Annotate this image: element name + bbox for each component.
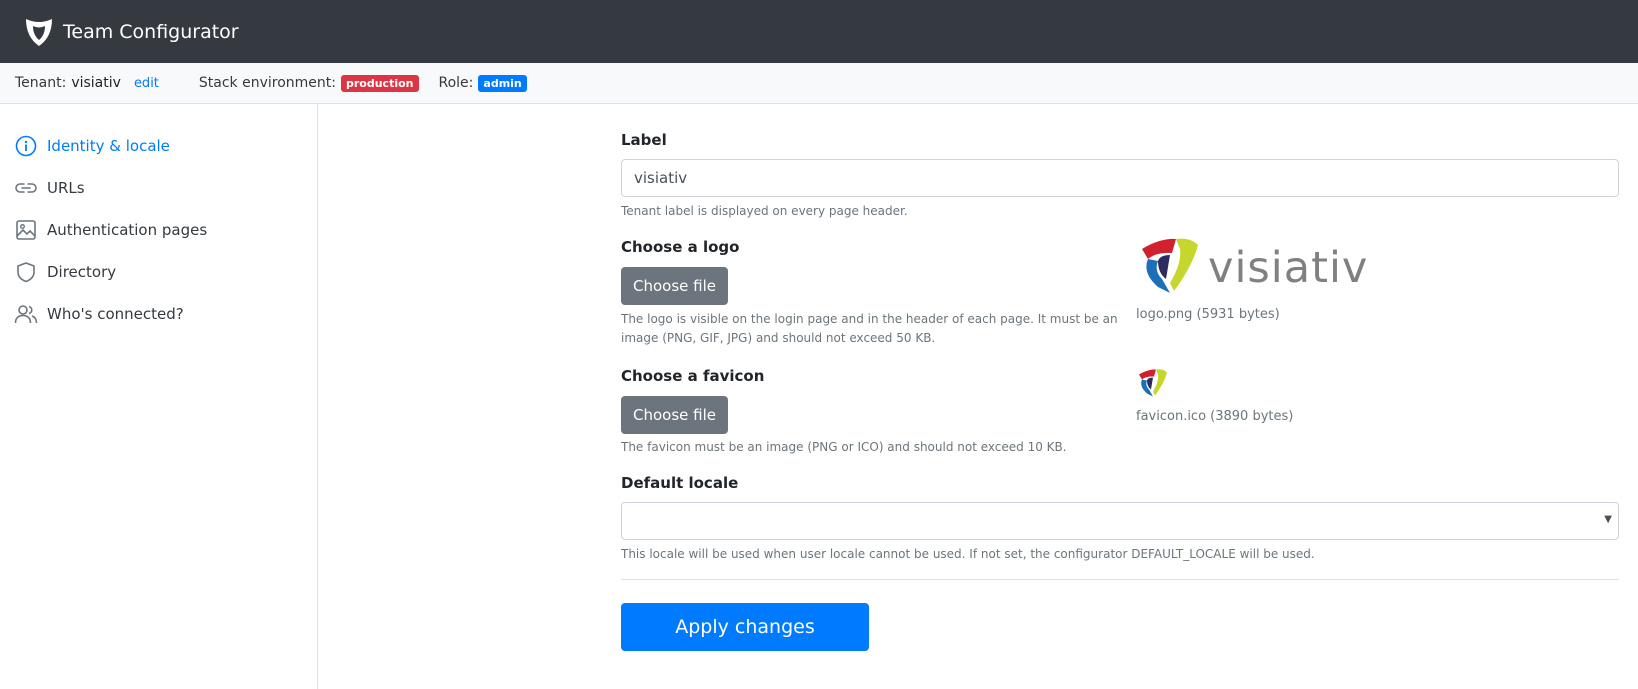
role-label: Role: [438, 75, 474, 91]
choose-logo-button[interactable]: Choose file [621, 267, 728, 305]
tenant-bar: Tenant: visiativ edit Stack environment:… [0, 63, 1638, 104]
default-locale-select[interactable]: ▼ [621, 502, 1619, 540]
label-field-title: Label [621, 131, 667, 149]
sidebar-item-authentication-pages[interactable]: Authentication pages [0, 209, 317, 251]
default-locale-help-text: This locale will be used when user local… [621, 547, 1315, 561]
identity-locale-form: Label visiativ Tenant label is displayed… [621, 131, 1619, 651]
top-navbar: Team Configurator [0, 0, 1638, 63]
image-icon [14, 218, 38, 242]
sidebar-item-label: Authentication pages [47, 221, 208, 239]
logo-field-title: Choose a logo [621, 238, 740, 256]
logo-file-caption: logo.png (5931 bytes) [1136, 307, 1280, 322]
caret-down-icon: ▼ [1604, 514, 1612, 525]
tenant-label: Tenant: [15, 75, 67, 91]
stack-environment-badge: production [341, 74, 419, 92]
apply-changes-button[interactable]: Apply changes [621, 603, 869, 651]
label-input[interactable]: visiativ [621, 159, 1619, 197]
logo-preview: visiativ [1136, 238, 1369, 296]
sidebar-item-urls[interactable]: URLs [0, 167, 317, 209]
tenant-value: visiativ [71, 75, 121, 91]
favicon-preview-icon [1136, 367, 1170, 399]
people-icon [14, 302, 38, 326]
favicon-file-caption: favicon.ico (3890 bytes) [1136, 409, 1294, 424]
sidebar-item-label: Directory [47, 263, 117, 281]
visiativ-logo-icon [1136, 235, 1204, 301]
sidebar-item-directory[interactable]: Directory [0, 251, 317, 293]
sidebar-item-identity-locale[interactable]: Identity & locale [0, 125, 317, 167]
form-divider [621, 579, 1619, 580]
shield-icon [14, 260, 38, 284]
logo-help-text-line-1: The logo is visible on the login page an… [621, 312, 1118, 326]
info-icon [14, 134, 38, 158]
choose-favicon-button[interactable]: Choose file [621, 396, 728, 434]
default-locale-field-title: Default locale [621, 474, 739, 492]
sidebar-item-label: URLs [47, 179, 85, 197]
main-content: Label visiativ Tenant label is displayed… [318, 104, 1638, 689]
role-badge: admin [478, 74, 527, 92]
sidebar-item-label: Identity & locale [47, 137, 170, 155]
link-icon [14, 176, 38, 200]
edit-tenant-link[interactable]: edit [134, 76, 159, 91]
sidebar: Identity & locale URLs Authentication pa… [0, 104, 318, 689]
shield-logo-icon[interactable] [22, 15, 56, 49]
favicon-help-text: The favicon must be an image (PNG or ICO… [621, 440, 1067, 454]
favicon-field-title: Choose a favicon [621, 367, 765, 385]
app-title[interactable]: Team Configurator [63, 21, 239, 43]
logo-wordmark: visiativ [1208, 242, 1369, 293]
logo-help-text-line-2: image (PNG, GIF, JPG) and should not exc… [621, 331, 936, 345]
label-help-text: Tenant label is displayed on every page … [621, 204, 908, 218]
sidebar-item-whos-connected[interactable]: Who's connected? [0, 293, 317, 335]
sidebar-item-label: Who's connected? [47, 305, 184, 323]
stack-environment-label: Stack environment: [198, 75, 336, 91]
